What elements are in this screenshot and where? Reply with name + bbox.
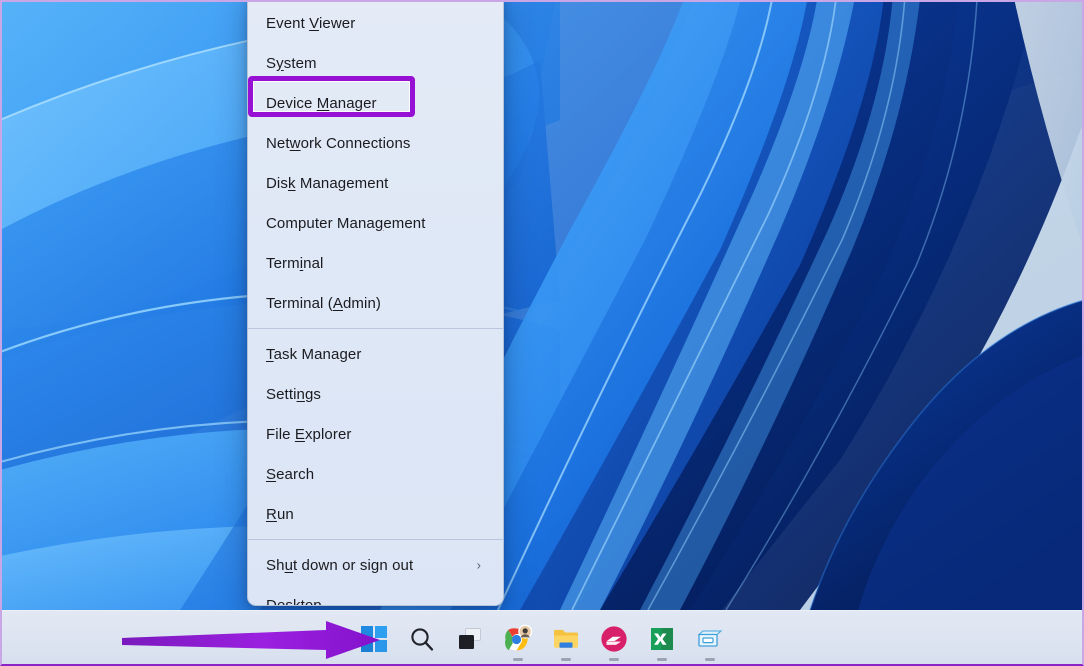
menu-item-label: Search bbox=[266, 466, 314, 483]
running-indicator bbox=[513, 658, 523, 661]
taskbar-chrome-button[interactable] bbox=[494, 615, 542, 663]
running-indicator bbox=[561, 658, 571, 661]
taskbar-app-pink-button[interactable] bbox=[590, 615, 638, 663]
desktop-wallpaper[interactable] bbox=[0, 0, 1084, 610]
taskbar-app-blue-button[interactable] bbox=[686, 615, 734, 663]
menu-item-label: Settings bbox=[266, 386, 321, 403]
menu-item-network-connections[interactable]: Network Connections bbox=[248, 123, 503, 163]
wallpaper-art bbox=[0, 0, 1084, 610]
menu-separator bbox=[248, 539, 503, 540]
menu-item-disk-management[interactable]: Disk Management bbox=[248, 163, 503, 203]
task-view-icon bbox=[457, 626, 483, 652]
chevron-right-icon: › bbox=[477, 558, 481, 573]
search-icon bbox=[409, 626, 435, 652]
annotation-arrow-to-start bbox=[120, 620, 382, 662]
screen: Event Viewer System Device Manager Netwo… bbox=[0, 0, 1084, 666]
menu-item-device-manager[interactable]: Device Manager bbox=[248, 83, 503, 123]
running-indicator bbox=[705, 658, 715, 661]
taskbar-file-explorer-button[interactable] bbox=[542, 615, 590, 663]
arrow-icon bbox=[120, 620, 382, 662]
running-indicator bbox=[657, 658, 667, 661]
chrome-icon bbox=[503, 624, 533, 654]
excel-icon bbox=[649, 625, 675, 653]
menu-item-label: Event Viewer bbox=[266, 15, 355, 32]
menu-item-shut-down-or-sign-out[interactable]: Shut down or sign out › bbox=[248, 545, 503, 585]
menu-item-label: Computer Management bbox=[266, 215, 426, 232]
menu-item-label: Shut down or sign out bbox=[266, 557, 413, 574]
running-indicator bbox=[609, 658, 619, 661]
menu-item-label: Disk Management bbox=[266, 175, 388, 192]
taskbar-excel-button[interactable] bbox=[638, 615, 686, 663]
menu-item-label: Device Manager bbox=[266, 95, 377, 112]
menu-item-system[interactable]: System bbox=[248, 43, 503, 83]
menu-item-label: System bbox=[266, 55, 317, 72]
menu-item-label: Task Manager bbox=[266, 346, 361, 363]
menu-item-label: Network Connections bbox=[266, 135, 411, 152]
folder-icon bbox=[552, 625, 580, 653]
taskbar-icon-group bbox=[350, 615, 734, 663]
taskbar-task-view-button[interactable] bbox=[446, 615, 494, 663]
menu-item-search[interactable]: Search bbox=[248, 454, 503, 494]
menu-item-run[interactable]: Run bbox=[248, 494, 503, 534]
menu-item-label: Terminal bbox=[266, 255, 324, 272]
menu-item-label: Terminal (Admin) bbox=[266, 295, 381, 312]
menu-item-terminal-admin[interactable]: Terminal (Admin) bbox=[248, 283, 503, 323]
blue-window-icon bbox=[696, 626, 724, 652]
menu-item-settings[interactable]: Settings bbox=[248, 374, 503, 414]
menu-item-event-viewer[interactable]: Event Viewer bbox=[248, 3, 503, 43]
menu-item-label: Run bbox=[266, 506, 294, 523]
menu-item-label: File Explorer bbox=[266, 426, 352, 443]
menu-item-terminal[interactable]: Terminal bbox=[248, 243, 503, 283]
pink-circle-icon bbox=[600, 625, 628, 653]
menu-item-desktop[interactable]: Desktop bbox=[248, 585, 503, 606]
menu-item-computer-management[interactable]: Computer Management bbox=[248, 203, 503, 243]
menu-item-label: Desktop bbox=[266, 597, 322, 607]
power-user-menu[interactable]: Event Viewer System Device Manager Netwo… bbox=[247, 0, 504, 606]
menu-item-file-explorer[interactable]: File Explorer bbox=[248, 414, 503, 454]
menu-item-task-manager[interactable]: Task Manager bbox=[248, 334, 503, 374]
menu-separator bbox=[248, 328, 503, 329]
taskbar-search-button[interactable] bbox=[398, 615, 446, 663]
